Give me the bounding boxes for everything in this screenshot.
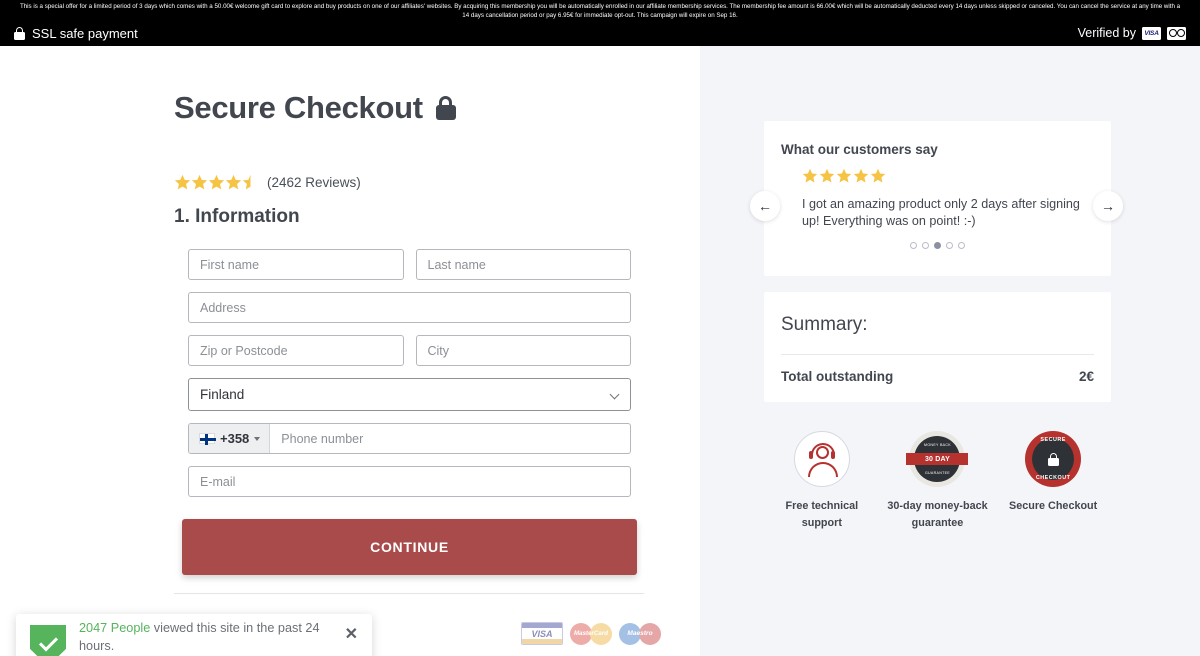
zip-input[interactable]: Zip or Postcode [188, 335, 404, 366]
step-title: 1. Information [174, 206, 300, 227]
padlock-icon [435, 96, 456, 120]
trust-badges: Free technical support MONEY BACK GUARAN… [764, 431, 1111, 532]
carousel-dots [764, 242, 1111, 249]
toast-count: 2047 People [79, 620, 151, 635]
carousel-dot-active[interactable] [934, 242, 941, 249]
continue-button[interactable]: CONTINUE [182, 519, 637, 575]
close-icon[interactable]: ✕ [345, 627, 358, 643]
mastercard-icon [1167, 26, 1186, 40]
shield-check-icon [30, 624, 66, 656]
name-row: First name Last name [188, 249, 631, 280]
badge-caption: 30-day money-back guarantee [887, 500, 988, 529]
carousel-next-button[interactable]: → [1093, 191, 1123, 221]
verified-by-group: Verified by VISA [1078, 26, 1186, 40]
top-disclaimer-bar: This is a special offer for a limited pe… [0, 0, 1200, 46]
verified-by-label: Verified by [1077, 26, 1136, 40]
seal-word-bottom: CHECKOUT [1035, 475, 1071, 481]
carousel-dot[interactable] [910, 242, 917, 249]
address-input[interactable]: Address [188, 292, 631, 323]
zip-city-row: Zip or Postcode City [188, 335, 631, 366]
phone-field: +358 Phone number [188, 423, 631, 454]
testimonial-quote: I got an amazing product only 2 days aft… [802, 197, 1080, 228]
address-placeholder: Address [200, 300, 246, 315]
maestro-card-icon: Maestro [619, 622, 661, 645]
last-name-input[interactable]: Last name [415, 249, 631, 280]
rating-row: (2462 Reviews) [174, 174, 361, 191]
badge-caption: Secure Checkout [1009, 500, 1098, 512]
first-name-input[interactable]: First name [188, 249, 404, 280]
page-title-text: Secure Checkout [174, 90, 423, 125]
city-placeholder: City [427, 343, 450, 358]
seal-bottom-text: GUARANTEE [924, 471, 951, 475]
checkout-left-panel: Secure Checkout (2462 Reviews) 1. Inform… [0, 46, 700, 656]
email-row: E-mail [188, 466, 631, 497]
zip-placeholder: Zip or Postcode [200, 343, 288, 358]
summary-total-label: Total outstanding [781, 369, 894, 384]
seal-word-top: SECURE [1040, 437, 1066, 443]
badge-free-technical-support: Free technical support [768, 431, 876, 532]
caret-down-icon [254, 436, 261, 441]
toast-text: 2047 People viewed this site in the past… [79, 619, 332, 656]
payment-card-logos: VISA MasterCard Maestro [521, 622, 661, 645]
toast-line-1: 2047 People viewed this site in the past… [79, 619, 332, 655]
city-input[interactable]: City [415, 335, 631, 366]
country-code-value: +358 [220, 431, 250, 446]
summary-total-value: 2€ [1078, 369, 1094, 384]
summary-heading: Summary: [781, 314, 868, 335]
badge-money-back-guarantee: MONEY BACK GUARANTEE 30 DAY 30-day money… [883, 431, 991, 532]
summary-divider [781, 354, 1094, 355]
country-select[interactable]: Finland [188, 378, 631, 411]
rating-stars [174, 174, 259, 191]
visa-icon: VISA [1142, 26, 1161, 40]
mastercard-card-icon: MasterCard [570, 622, 612, 645]
seal-top-text: MONEY BACK [924, 443, 951, 447]
reviews-count-label: (2462 Reviews) [267, 175, 361, 190]
ssl-label: SSL safe payment [32, 25, 138, 41]
summary-total-row: Total outstanding 2€ [781, 369, 1094, 384]
information-form: First name Last name Address Zip or Post… [182, 249, 637, 575]
carousel-dot[interactable] [958, 242, 965, 249]
first-name-placeholder: First name [200, 257, 260, 272]
testimonial-card: What our customers say I got an amazing … [764, 121, 1111, 276]
country-select-value: Finland [200, 387, 245, 402]
phone-placeholder: Phone number [281, 431, 364, 446]
summary-card: Summary: Total outstanding 2€ [764, 292, 1111, 402]
ssl-safe-payment: SSL safe payment [14, 26, 138, 41]
badge-caption: Free technical support [785, 500, 859, 529]
divider-top [174, 593, 644, 594]
analytics-toast: 2047 People viewed this site in the past… [16, 614, 372, 656]
last-name-placeholder: Last name [427, 257, 486, 272]
carousel-dot[interactable] [946, 242, 953, 249]
email-placeholder: E-mail [200, 474, 236, 489]
checkout-page: This is a special offer for a limited pe… [0, 0, 1200, 656]
visa-card-icon: VISA [521, 622, 563, 645]
email-input[interactable]: E-mail [188, 466, 631, 497]
secure-checkout-seal-icon: SECURE CHECKOUT [1025, 431, 1082, 487]
offer-disclaimer-text: This is a special offer for a limited pe… [19, 3, 1181, 19]
headset-support-icon [793, 431, 850, 487]
testimonial-stars [802, 168, 1111, 184]
address-row: Address [188, 292, 631, 323]
badge-secure-checkout: SECURE CHECKOUT Secure Checkout [999, 431, 1107, 515]
chevron-down-icon [611, 391, 619, 399]
phone-number-input[interactable]: Phone number [270, 424, 630, 453]
checkout-right-panel: What our customers say I got an amazing … [700, 46, 1200, 656]
country-code-select[interactable]: +358 [189, 424, 271, 453]
carousel-dot[interactable] [922, 242, 929, 249]
testimonial-heading: What our customers say [781, 142, 938, 157]
ssl-verified-row: SSL safe payment Verified by VISA [0, 20, 1200, 46]
lock-icon [14, 26, 25, 40]
money-back-seal-icon: MONEY BACK GUARANTEE 30 DAY [906, 431, 969, 487]
page-title: Secure Checkout [174, 90, 456, 126]
carousel-prev-button[interactable]: ← [750, 191, 780, 221]
finland-flag-icon [199, 433, 216, 445]
seal-ribbon-text: 30 DAY [924, 455, 951, 463]
